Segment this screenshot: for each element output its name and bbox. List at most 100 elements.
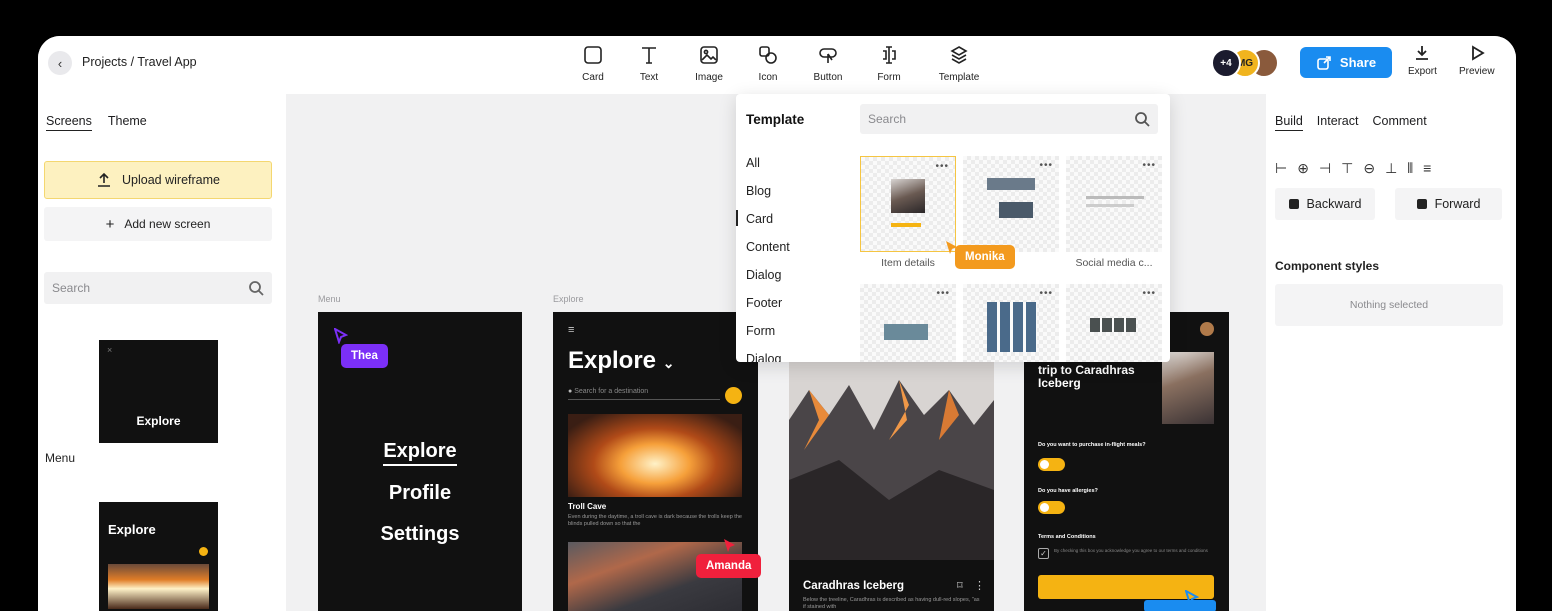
export-button[interactable]: Export [1408,44,1437,77]
frame-label-explore: Explore [553,294,584,304]
more-options-icon[interactable]: ••• [935,161,949,172]
cave-image [108,564,209,609]
card-title: Caradhras Iceberg [803,580,904,592]
align-bottom-icon[interactable]: ⊥ [1385,160,1397,177]
tool-text[interactable]: Text [620,42,678,88]
align-center-horizontal-icon[interactable]: ⊕ [1297,160,1309,177]
template-search-input[interactable]: Search [860,104,1158,134]
trip-title: trip to Caradhras Iceberg [1038,363,1135,390]
alignment-toolbar: ⊢ ⊕ ⊣ ⊤ ⊖ ⊥ ⫴ ≡ [1275,160,1431,177]
template-content-card[interactable]: ••• [860,284,956,362]
popover-title: Template [746,112,805,127]
cursor-icon [1185,590,1199,606]
more-options-icon[interactable]: ••• [1142,288,1156,299]
template-preview [884,324,928,340]
category-form[interactable]: Form [736,324,856,352]
search-icon [249,281,264,296]
more-options-icon[interactable]: ⋮ [974,579,985,592]
align-middle-vertical-icon[interactable]: ⊖ [1363,160,1375,177]
tool-button[interactable]: Button [796,42,860,88]
trip-thumbnail [1162,352,1214,424]
collaborator-tag [1144,600,1216,611]
template-blog-card[interactable]: ••• [963,156,1059,252]
distribute-horizontal-icon[interactable]: ⫴ [1407,160,1413,177]
cursor-icon [724,539,735,552]
card-title: Troll Cave [568,502,607,511]
tool-template[interactable]: Template [918,42,1000,88]
template-preview-bar [891,223,921,227]
category-footer[interactable]: Footer [736,296,856,324]
upload-icon [98,172,111,187]
mountain-illustration [789,360,994,560]
template-preview [891,179,925,213]
iceberg-screen-frame[interactable]: Caradhras Iceberg ⌑ ⋮ Below the treeline… [789,360,994,611]
meals-toggle[interactable] [1038,458,1065,471]
align-right-icon[interactable]: ⊣ [1319,160,1331,177]
preview-button[interactable]: Preview [1459,44,1495,77]
more-options-icon[interactable]: ••• [1039,160,1053,171]
align-left-icon[interactable]: ⊢ [1275,160,1287,177]
tab-comment[interactable]: Comment [1372,114,1426,131]
cursor-tag-monika: Monika [955,245,1015,269]
screen-thumbnail-explore[interactable]: Explore [99,502,218,611]
more-collaborators-badge[interactable]: +4 [1211,48,1241,78]
template-photo-row[interactable]: ••• [1066,284,1162,362]
tool-icon[interactable]: Icon [740,42,796,88]
tool-form[interactable]: Form [860,42,918,88]
more-options-icon[interactable]: ••• [936,288,950,299]
category-dialog[interactable]: Dialog [736,268,856,296]
screen-search-input[interactable]: Search [44,272,272,304]
cursor-tag-thea: Thea [341,344,388,368]
breadcrumb[interactable]: Projects / Travel App [82,55,197,69]
category-dialog-2[interactable]: Dialog [736,352,856,362]
template-social-media[interactable]: ••• [1066,156,1162,252]
tab-build[interactable]: Build [1275,114,1303,131]
tab-screens[interactable]: Screens [46,114,92,131]
category-card[interactable]: Card [736,210,856,240]
allergies-toggle[interactable] [1038,501,1065,514]
backward-icon [1288,199,1299,209]
card-description: Below the treeline, Caradhras is describ… [803,597,980,610]
template-item-details[interactable]: ••• [860,156,956,252]
terms-checkbox[interactable]: ✓ [1038,548,1049,559]
download-icon [1416,46,1429,60]
add-new-screen-button[interactable]: + Add new screen [44,207,272,241]
tab-interact[interactable]: Interact [1317,114,1359,131]
upload-wireframe-button[interactable]: Upload wireframe [44,161,272,199]
share-button[interactable]: Share [1300,47,1392,78]
tool-card[interactable]: Card [566,42,620,88]
more-options-icon[interactable]: ••• [1142,160,1156,171]
category-all[interactable]: All [736,156,856,184]
avatar[interactable] [1200,322,1214,336]
bookmark-icon[interactable]: ⌑ [957,579,963,592]
component-styles-empty-state: Nothing selected [1275,284,1503,326]
button-icon [819,48,837,63]
collaborator-avatars[interactable]: +4 MG [1211,48,1301,78]
screen-thumbnail-menu[interactable]: × Explore [99,340,218,443]
category-blog[interactable]: Blog [736,184,856,212]
cursor-tag-amanda: Amanda [696,554,762,578]
close-icon: × [107,345,113,355]
search-submit-button[interactable] [725,387,742,404]
send-backward-button[interactable]: Backward [1275,188,1375,220]
form-icon [883,46,896,64]
plus-icon: + [105,215,115,233]
bring-forward-button[interactable]: Forward [1395,188,1502,220]
category-content[interactable]: Content [736,240,856,268]
template-gallery-card[interactable]: ••• [963,284,1059,362]
menu-item-settings: Settings [380,523,460,545]
more-options-icon[interactable]: ••• [1039,288,1053,299]
destination-search-input[interactable]: ● Search for a destination [568,388,720,400]
template-icon [950,46,968,64]
play-icon [1471,45,1485,61]
back-button[interactable]: ‹ [48,51,72,75]
template-categories: All Blog Card Content Dialog Footer Form… [736,156,856,362]
tab-theme[interactable]: Theme [108,114,147,131]
question-label: Do you want to purchase in-flight meals? [1038,442,1146,448]
troll-cave-image [568,414,742,497]
align-top-icon[interactable]: ⊤ [1341,160,1353,177]
distribute-vertical-icon[interactable]: ≡ [1423,160,1431,177]
template-preview [987,302,1037,352]
share-icon [1317,55,1331,70]
tool-image[interactable]: Image [678,42,740,88]
